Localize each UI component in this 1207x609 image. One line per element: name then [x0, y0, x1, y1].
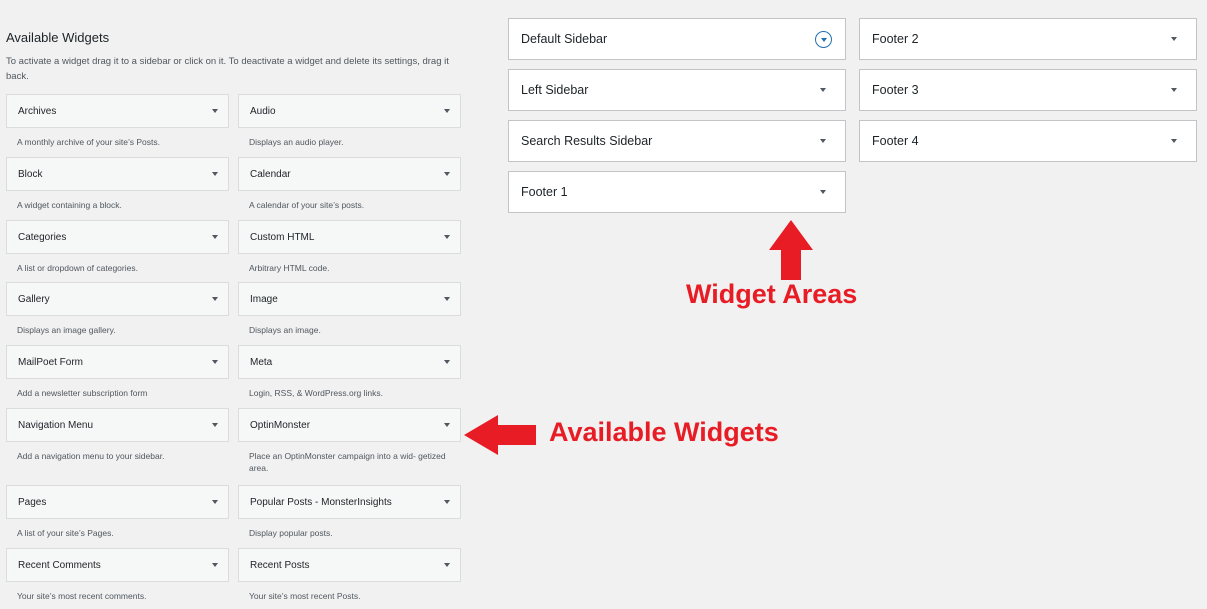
widget-description: Login, RSS, & WordPress.org links.	[249, 388, 384, 398]
widget-recent-posts[interactable]: Recent Posts	[238, 548, 461, 582]
widget-name: OptinMonster	[250, 419, 311, 431]
widget-area-name: Footer 2	[872, 32, 919, 46]
widget-area-name: Footer 1	[521, 185, 568, 199]
widget-gallery[interactable]: Gallery	[6, 282, 229, 316]
widget-navigation-menu[interactable]: Navigation Menu	[6, 408, 229, 442]
widget-name: Pages	[18, 496, 47, 508]
widget-name: MailPoet Form	[18, 356, 84, 368]
widget-block[interactable]: Block	[6, 157, 229, 191]
widget-description: A list or dropdown of categories.	[17, 263, 138, 273]
widget-name: Popular Posts - MonsterInsights	[250, 496, 392, 508]
widget-description: A list of your site’s Pages.	[17, 528, 114, 538]
widget-mailpoet-form[interactable]: MailPoet Form	[6, 345, 229, 379]
widget-description: Displays an audio player.	[249, 137, 344, 147]
widget-description: Add a newsletter subscription form	[17, 388, 148, 398]
widget-area-default-sidebar[interactable]: Default Sidebar	[508, 18, 846, 60]
widget-calendar[interactable]: Calendar	[238, 157, 461, 191]
widget-area-name: Footer 3	[872, 83, 919, 97]
left-arrow-annotation	[464, 415, 536, 455]
widget-name: Navigation Menu	[18, 419, 94, 431]
widget-area-footer-4[interactable]: Footer 4	[859, 120, 1197, 162]
widget-name: Image	[250, 293, 278, 305]
available-widgets-title: Available Widgets	[6, 30, 110, 45]
arrow-down-icon[interactable]	[212, 360, 218, 364]
widget-area-footer-2[interactable]: Footer 2	[859, 18, 1197, 60]
arrow-down-icon[interactable]	[1171, 88, 1177, 92]
widget-recent-comments[interactable]: Recent Comments	[6, 548, 229, 582]
arrow-down-icon[interactable]	[444, 109, 450, 113]
widget-area-name: Default Sidebar	[521, 32, 608, 46]
up-arrow-annotation	[769, 220, 813, 280]
widget-name: Categories	[18, 231, 67, 243]
arrow-down-icon[interactable]	[820, 88, 826, 92]
available-widgets-description: To activate a widget drag it to a sideba…	[6, 56, 449, 82]
available-widgets-annotation: Available Widgets	[549, 417, 779, 447]
widget-image[interactable]: Image	[238, 282, 461, 316]
widget-name: Block	[18, 168, 43, 180]
arrow-down-icon[interactable]	[444, 423, 450, 427]
arrow-down-icon[interactable]	[212, 500, 218, 504]
widget-area-name: Search Results Sidebar	[521, 134, 653, 148]
widget-name: Recent Posts	[250, 559, 310, 571]
widget-description: Add a navigation menu to your sidebar.	[17, 451, 165, 461]
arrow-down-icon[interactable]	[444, 235, 450, 239]
widget-name: Gallery	[18, 293, 50, 305]
arrow-down-icon[interactable]	[212, 563, 218, 567]
arrow-down-icon[interactable]	[444, 297, 450, 301]
arrow-down-icon[interactable]	[820, 190, 826, 194]
widget-name: Archives	[18, 105, 57, 117]
arrow-down-icon[interactable]	[820, 139, 826, 143]
widget-description: A widget containing a block.	[17, 200, 122, 210]
arrow-down-icon[interactable]	[1171, 37, 1177, 41]
arrow-down-icon[interactable]	[212, 423, 218, 427]
widget-description: A monthly archive of your site’s Posts.	[17, 137, 160, 147]
widget-optinmonster[interactable]: OptinMonster	[238, 408, 461, 442]
widget-area-footer-3[interactable]: Footer 3	[859, 69, 1197, 111]
widget-area-left-sidebar[interactable]: Left Sidebar	[508, 69, 846, 111]
widget-description: Arbitrary HTML code.	[249, 263, 330, 273]
arrow-down-icon[interactable]	[444, 172, 450, 176]
widget-name: Meta	[250, 356, 273, 368]
widget-name: Calendar	[250, 168, 291, 180]
widget-description: Displays an image gallery.	[17, 325, 116, 335]
arrow-down-icon[interactable]	[212, 109, 218, 113]
widget-pages[interactable]: Pages	[6, 485, 229, 519]
widget-description: Your site’s most recent Posts.	[249, 591, 361, 601]
widget-name: Recent Comments	[18, 559, 101, 571]
widget-archives[interactable]: Archives	[6, 94, 229, 128]
widget-area-search-results-sidebar[interactable]: Search Results Sidebar	[508, 120, 846, 162]
widget-description: Displays an image.	[249, 325, 321, 335]
widget-meta[interactable]: Meta	[238, 345, 461, 379]
widget-description: Your site’s most recent comments.	[17, 591, 147, 601]
widget-custom-html[interactable]: Custom HTML	[238, 220, 461, 254]
widget-categories[interactable]: Categories	[6, 220, 229, 254]
widget-area-footer-1[interactable]: Footer 1	[508, 171, 846, 213]
widget-audio[interactable]: Audio	[238, 94, 461, 128]
widget-description: Place an OptinMonster campaign into a wi…	[249, 451, 446, 473]
widget-description: A calendar of your site’s posts.	[249, 200, 365, 210]
widget-area-name: Footer 4	[872, 134, 919, 148]
arrow-down-icon[interactable]	[444, 563, 450, 567]
arrow-down-icon[interactable]	[212, 235, 218, 239]
widget-popular-posts-monsterinsights[interactable]: Popular Posts - MonsterInsights	[238, 485, 461, 519]
widget-area-name: Left Sidebar	[521, 83, 589, 97]
circle-arrow-icon[interactable]	[815, 30, 832, 48]
widget-name: Custom HTML	[250, 231, 315, 243]
arrow-down-icon[interactable]	[212, 172, 218, 176]
arrow-down-icon[interactable]	[444, 500, 450, 504]
widget-description: Display popular posts.	[249, 528, 333, 538]
arrow-down-icon[interactable]	[212, 297, 218, 301]
arrow-down-icon[interactable]	[444, 360, 450, 364]
widget-name: Audio	[250, 105, 276, 117]
arrow-down-icon[interactable]	[1171, 139, 1177, 143]
widget-areas-annotation: Widget Areas	[686, 279, 858, 309]
